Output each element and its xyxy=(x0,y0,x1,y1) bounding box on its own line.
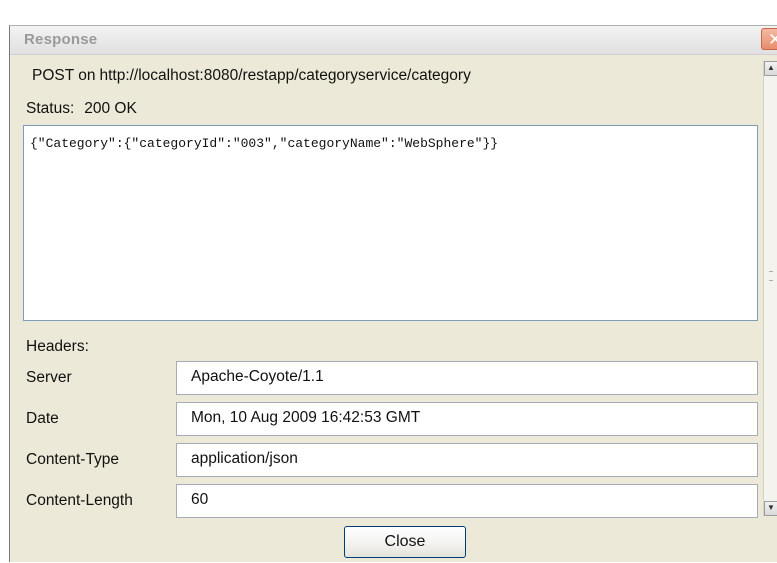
close-button[interactable]: Close xyxy=(344,526,466,558)
response-body-textarea[interactable]: {"Category":{"categoryId":"003","categor… xyxy=(23,125,758,321)
header-value-field[interactable]: Apache-Coyote/1.1 xyxy=(176,361,758,395)
header-row: Date Mon, 10 Aug 2009 16:42:53 GMT xyxy=(10,402,768,438)
close-icon[interactable]: ✕ xyxy=(761,28,777,50)
headers-label: Headers: xyxy=(26,338,89,355)
request-line: POST on http://localhost:8080/restapp/cat… xyxy=(32,67,471,85)
scroll-up-icon[interactable]: ▲ xyxy=(764,61,777,76)
request-method: POST on xyxy=(32,67,96,84)
dialog-content: POST on http://localhost:8080/restapp/cat… xyxy=(10,55,777,563)
header-row: Server Apache-Coyote/1.1 xyxy=(10,361,768,397)
header-value-field[interactable]: 60 xyxy=(176,484,758,518)
status-label: Status: xyxy=(26,100,75,117)
header-row: Content-Type application/json xyxy=(10,443,768,479)
status-value: 200 OK xyxy=(84,100,137,117)
header-name: Server xyxy=(26,369,72,386)
title-bar[interactable]: Response ✕ xyxy=(10,26,777,55)
header-value-field[interactable]: Mon, 10 Aug 2009 16:42:53 GMT xyxy=(176,402,758,436)
vertical-scrollbar[interactable]: ▲ ▼ xyxy=(763,61,777,516)
header-name: Content-Length xyxy=(26,492,133,509)
header-row: Content-Length 60 xyxy=(10,484,768,520)
scroll-down-icon[interactable]: ▼ xyxy=(764,501,777,516)
dialog-title: Response xyxy=(24,31,98,48)
request-url: http://localhost:8080/restapp/categoryse… xyxy=(99,67,471,84)
response-dialog: Response ✕ POST on http://localhost:8080/… xyxy=(9,25,777,562)
header-name: Date xyxy=(26,410,59,427)
scroll-grip-icon[interactable] xyxy=(769,271,773,281)
header-name: Content-Type xyxy=(26,451,120,468)
status-line: Status: 200 OK xyxy=(26,100,137,118)
header-value-field[interactable]: application/json xyxy=(176,443,758,477)
